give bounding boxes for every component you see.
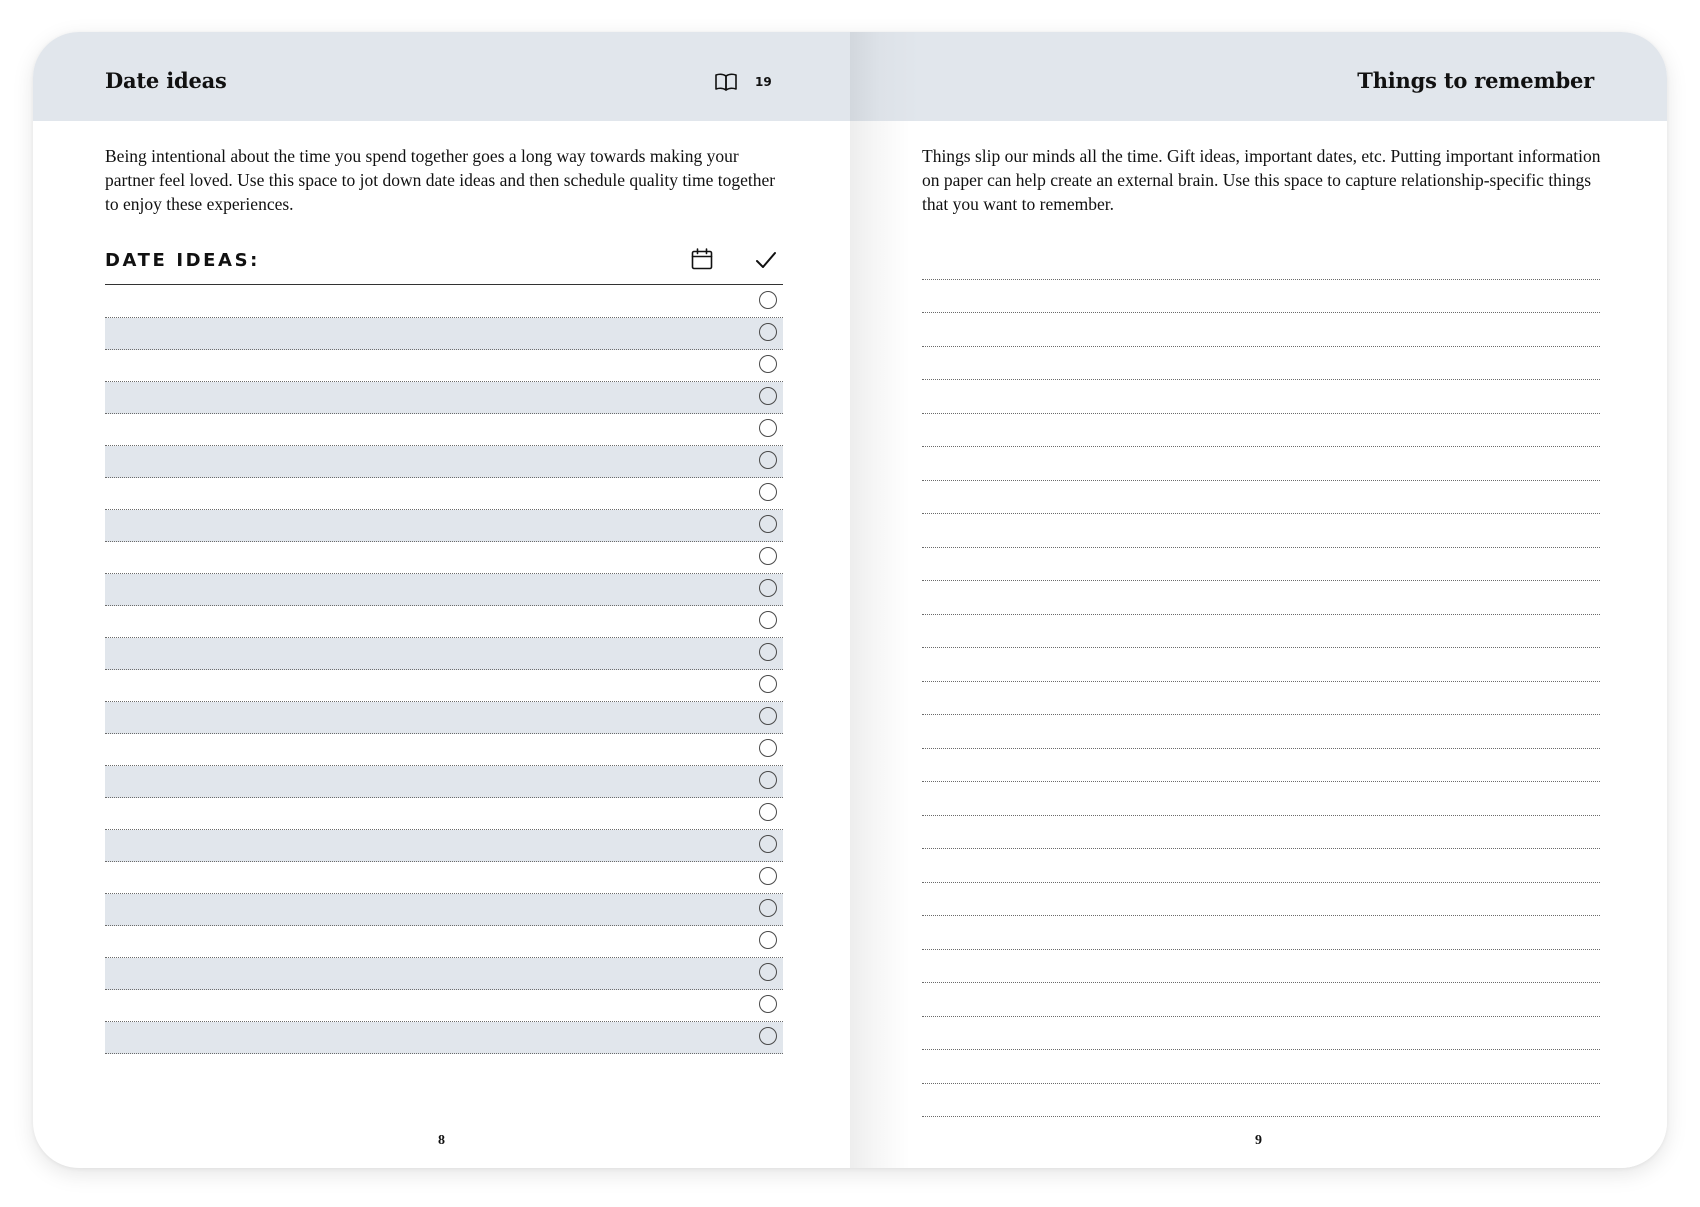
page-title: Things to remember xyxy=(1357,68,1594,93)
checkbox-circle-icon[interactable] xyxy=(759,995,777,1013)
writing-line[interactable] xyxy=(922,280,1600,313)
checkbox-circle-icon[interactable] xyxy=(759,739,777,757)
list-item[interactable] xyxy=(105,1022,783,1054)
writing-line[interactable] xyxy=(922,1050,1600,1084)
list-item[interactable] xyxy=(105,894,783,926)
checkbox-circle-icon[interactable] xyxy=(759,611,777,629)
list-item[interactable] xyxy=(105,286,783,318)
section-divider xyxy=(105,284,783,285)
writing-line[interactable] xyxy=(922,648,1600,682)
page-number: 8 xyxy=(438,1133,445,1148)
writing-line[interactable] xyxy=(922,481,1600,514)
intro-text: Being intentional about the time you spe… xyxy=(105,146,776,214)
writing-line[interactable] xyxy=(922,983,1600,1017)
writing-line[interactable] xyxy=(922,715,1600,749)
list-item[interactable] xyxy=(105,734,783,766)
checkbox-circle-icon[interactable] xyxy=(759,899,777,917)
notebook-spread: Date ideas 19 Being intentional about th… xyxy=(33,32,1667,1168)
list-item[interactable] xyxy=(105,638,783,670)
writing-line[interactable] xyxy=(922,883,1600,916)
section-label: DATE IDEAS: xyxy=(105,250,260,271)
book-icon[interactable] xyxy=(714,72,738,92)
writing-line[interactable] xyxy=(922,782,1600,816)
checkbox-circle-icon[interactable] xyxy=(759,291,777,309)
list-item[interactable] xyxy=(105,318,783,350)
writing-line[interactable] xyxy=(922,347,1600,380)
writing-line[interactable] xyxy=(922,447,1600,481)
list-item[interactable] xyxy=(105,958,783,990)
list-item[interactable] xyxy=(105,702,783,734)
checkbox-circle-icon[interactable] xyxy=(759,515,777,533)
list-item[interactable] xyxy=(105,478,783,510)
checkbox-circle-icon[interactable] xyxy=(759,643,777,661)
right-page-header: Things to remember xyxy=(850,32,1667,121)
list-item[interactable] xyxy=(105,574,783,606)
list-item[interactable] xyxy=(105,926,783,958)
checkbox-circle-icon[interactable] xyxy=(759,707,777,725)
checkbox-circle-icon[interactable] xyxy=(759,387,777,405)
calendar-icon xyxy=(691,248,713,270)
checkmark-icon xyxy=(756,252,776,268)
date-ideas-list xyxy=(105,286,783,1054)
writing-line[interactable] xyxy=(922,380,1600,414)
page-title: Date ideas xyxy=(105,68,227,93)
list-item[interactable] xyxy=(105,510,783,542)
intro-text: Things slip our minds all the time. Gift… xyxy=(922,146,1601,214)
list-item[interactable] xyxy=(105,862,783,894)
writing-line[interactable] xyxy=(922,849,1600,883)
writing-line[interactable] xyxy=(922,514,1600,548)
checkbox-circle-icon[interactable] xyxy=(759,931,777,949)
writing-line[interactable] xyxy=(922,1084,1600,1117)
checkbox-circle-icon[interactable] xyxy=(759,355,777,373)
writing-line[interactable] xyxy=(922,615,1600,648)
checkbox-circle-icon[interactable] xyxy=(759,579,777,597)
writing-line[interactable] xyxy=(922,816,1600,849)
checkbox-circle-icon[interactable] xyxy=(759,451,777,469)
checkbox-circle-icon[interactable] xyxy=(759,483,777,501)
list-item[interactable] xyxy=(105,798,783,830)
page-number: 9 xyxy=(1255,1133,1262,1148)
list-item[interactable] xyxy=(105,830,783,862)
writing-line[interactable] xyxy=(922,581,1600,615)
left-page: Date ideas 19 Being intentional about th… xyxy=(33,32,850,1168)
list-item[interactable] xyxy=(105,766,783,798)
list-item[interactable] xyxy=(105,606,783,638)
checkbox-circle-icon[interactable] xyxy=(759,323,777,341)
list-item[interactable] xyxy=(105,990,783,1022)
list-item[interactable] xyxy=(105,414,783,446)
writing-line[interactable] xyxy=(922,1017,1600,1050)
writing-line[interactable] xyxy=(922,548,1600,581)
checkbox-circle-icon[interactable] xyxy=(759,771,777,789)
list-item[interactable] xyxy=(105,382,783,414)
checkbox-circle-icon[interactable] xyxy=(759,835,777,853)
list-item[interactable] xyxy=(105,542,783,574)
list-item[interactable] xyxy=(105,670,783,702)
left-page-header: Date ideas 19 xyxy=(33,32,850,121)
writing-line[interactable] xyxy=(922,916,1600,950)
checkbox-circle-icon[interactable] xyxy=(759,867,777,885)
checkbox-circle-icon[interactable] xyxy=(759,1027,777,1045)
list-item[interactable] xyxy=(105,350,783,382)
list-item[interactable] xyxy=(105,446,783,478)
checkbox-circle-icon[interactable] xyxy=(759,803,777,821)
writing-line[interactable] xyxy=(922,414,1600,447)
writing-line[interactable] xyxy=(922,246,1600,280)
page-reference[interactable]: 19 xyxy=(755,75,772,89)
checkbox-circle-icon[interactable] xyxy=(759,547,777,565)
notes-lines xyxy=(922,246,1600,1117)
right-page: Things to remember Things slip our minds… xyxy=(850,32,1667,1168)
checkbox-circle-icon[interactable] xyxy=(759,963,777,981)
checkbox-circle-icon[interactable] xyxy=(759,675,777,693)
writing-line[interactable] xyxy=(922,682,1600,715)
writing-line[interactable] xyxy=(922,749,1600,782)
checkbox-circle-icon[interactable] xyxy=(759,419,777,437)
writing-line[interactable] xyxy=(922,950,1600,983)
writing-line[interactable] xyxy=(922,313,1600,347)
